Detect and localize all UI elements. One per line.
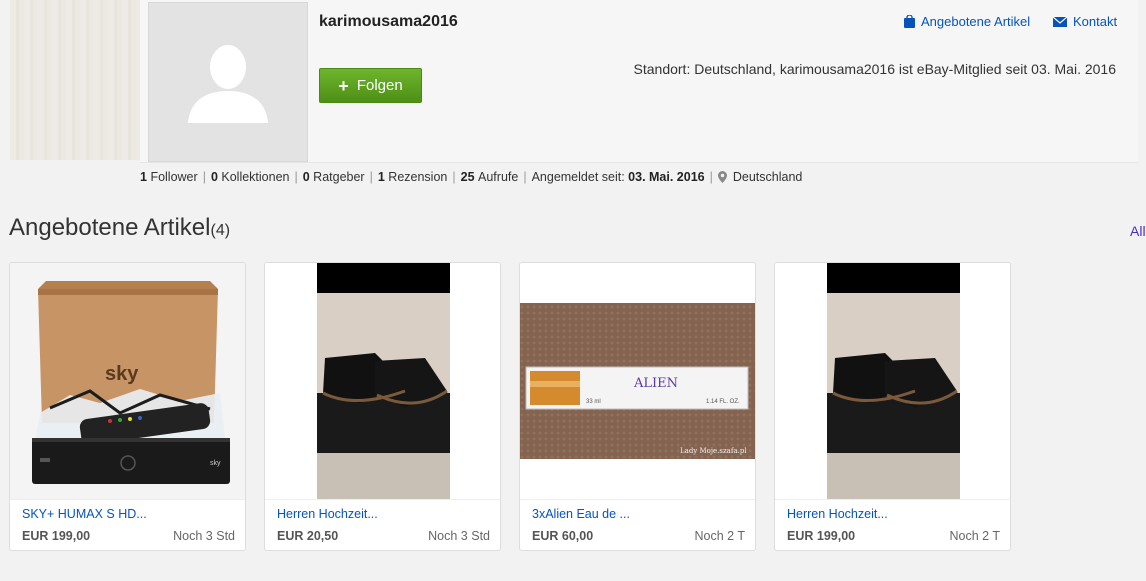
svg-text:Lady Moje.szafa.pl: Lady Moje.szafa.pl (680, 447, 747, 455)
collections-label[interactable]: Kollektionen (221, 170, 289, 184)
registered-date: 03. Mai. 2016 (628, 170, 705, 184)
reviews-label[interactable]: Rezension (388, 170, 447, 184)
collections-count: 0 (210, 170, 218, 184)
item-card[interactable]: Herren Hochzeit... EUR 199,00 Noch 2 T (774, 262, 1011, 551)
user-silhouette-icon (188, 45, 268, 123)
registered-label: Angemeldet seit: (531, 170, 625, 184)
follow-label: Folgen (356, 77, 403, 94)
item-card[interactable]: Herren Hochzeit... EUR 20,50 Noch 3 Std (264, 262, 501, 551)
svg-text:1.14 FL. OZ.: 1.14 FL. OZ. (706, 399, 740, 405)
item-price: EUR 60,00 (532, 529, 594, 543)
avatar (148, 2, 308, 162)
item-title[interactable]: 3xAlien Eau de ... (532, 507, 630, 521)
see-all-link[interactable]: All (1130, 223, 1146, 239)
item-image[interactable] (775, 263, 1010, 499)
item-count: (4) (210, 222, 231, 239)
reviews-count: 1 (377, 170, 385, 184)
item-image[interactable]: ALIEN 33 ml 1.14 FL. OZ. Lady Moje.szafa… (520, 263, 755, 499)
followers-count: 1 (140, 170, 147, 184)
svg-text:sky: sky (105, 363, 139, 385)
item-image[interactable]: sky sky (10, 263, 245, 499)
item-card[interactable]: sky sky SKY+ HUMAX S HD... EUR 199,00 No… (9, 262, 246, 551)
svg-text:sky: sky (210, 460, 221, 467)
section-title: Angebotene Artikel(4) (9, 214, 231, 241)
country: Deutschland (732, 170, 803, 184)
offered-items-link[interactable]: Angebotene Artikel (904, 14, 1030, 29)
location-pin-icon (717, 171, 727, 183)
views-count: 25 (460, 170, 475, 184)
contact-link[interactable]: Kontakt (1053, 14, 1117, 29)
item-time-left: Noch 3 Std (428, 529, 490, 543)
item-image[interactable] (265, 263, 500, 499)
followers-label[interactable]: Follower (150, 170, 197, 184)
location-text: Standort: Deutschland, karimousama2016 i… (633, 61, 1116, 77)
item-title[interactable]: Herren Hochzeit... (787, 507, 888, 521)
envelope-icon (1053, 16, 1067, 27)
bag-icon (904, 15, 915, 28)
views-label: Aufrufe (478, 170, 519, 184)
item-time-left: Noch 2 T (949, 529, 1001, 543)
svg-text:33 ml: 33 ml (586, 399, 601, 405)
follow-button[interactable]: + Folgen (319, 68, 422, 103)
profile-stats: 1 Follower | 0 Kollektionen | 0 Ratgeber… (140, 170, 803, 184)
item-title[interactable]: SKY+ HUMAX S HD... (22, 507, 147, 521)
item-card[interactable]: ALIEN 33 ml 1.14 FL. OZ. Lady Moje.szafa… (519, 262, 756, 551)
item-time-left: Noch 2 T (694, 529, 746, 543)
plus-icon: + (338, 75, 349, 96)
item-title[interactable]: Herren Hochzeit... (277, 507, 378, 521)
item-time-left: Noch 3 Std (173, 529, 235, 543)
guides-count: 0 (302, 170, 310, 184)
cover-image (10, 0, 140, 160)
item-price: EUR 20,50 (277, 529, 339, 543)
svg-text:ALIEN: ALIEN (633, 376, 678, 391)
item-price: EUR 199,00 (787, 529, 856, 543)
username: karimousama2016 (319, 13, 458, 30)
item-price: EUR 199,00 (22, 529, 91, 543)
guides-label[interactable]: Ratgeber (313, 170, 364, 184)
